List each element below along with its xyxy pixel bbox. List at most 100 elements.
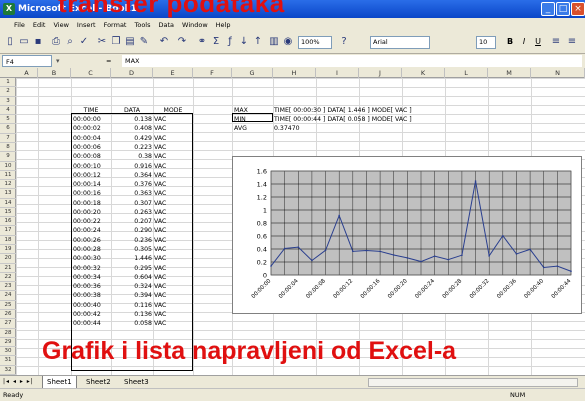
row-header[interactable]: 12 — [0, 180, 16, 190]
spelling-icon[interactable]: ✓ — [78, 36, 90, 48]
tab-sheet3[interactable]: Sheet3 — [120, 376, 153, 388]
column-header-g[interactable]: G — [232, 68, 273, 78]
line-chart[interactable]: 0 0.2 0.4 0.6 0.8 1 1.2 1.4 1.6 00:00:00 00:00:04 0… — [232, 156, 582, 314]
column-header-c[interactable]: C — [71, 68, 111, 78]
undo-icon[interactable]: ↶ — [158, 36, 170, 48]
menu-help[interactable]: Help — [216, 21, 231, 29]
menu-view[interactable]: View — [53, 21, 68, 29]
row-header[interactable]: 7 — [0, 134, 16, 143]
drawing-icon[interactable]: ◉ — [282, 36, 294, 48]
align-left-icon[interactable]: ≡ — [550, 36, 562, 48]
sort-descending-icon[interactable]: ↑ — [252, 36, 264, 48]
help-icon[interactable]: ? — [338, 36, 350, 48]
minimize-button[interactable]: _ — [541, 2, 555, 16]
column-header-f[interactable]: F — [193, 68, 232, 78]
print-icon[interactable]: ⎙ — [50, 36, 62, 48]
menu-tools[interactable]: Tools — [134, 21, 150, 29]
font-select[interactable]: Arial — [370, 36, 430, 49]
sheet-tabs-bar: |◂ ◂ ▸ ▸| Sheet1 Sheet2 Sheet3 — [0, 375, 585, 389]
open-icon[interactable]: ▭ — [18, 36, 30, 48]
menu-window[interactable]: Window — [182, 21, 208, 29]
menu-data[interactable]: Data — [159, 21, 175, 29]
cut-icon[interactable]: ✂ — [96, 36, 108, 48]
function-icon[interactable]: ƒ — [224, 36, 236, 48]
row-header[interactable]: 31 — [0, 356, 16, 366]
name-box[interactable]: F4 — [2, 55, 52, 67]
row-header[interactable]: 20 — [0, 254, 16, 264]
column-header-m[interactable]: M — [488, 68, 531, 78]
row-header[interactable]: 16 — [0, 217, 16, 227]
row-header[interactable]: 5 — [0, 115, 16, 125]
close-button[interactable]: × — [571, 2, 585, 16]
new-icon[interactable]: ▯ — [4, 36, 16, 48]
column-header-i[interactable]: I — [316, 68, 359, 78]
row-header[interactable]: 11 — [0, 171, 16, 181]
row-header[interactable]: 24 — [0, 291, 16, 301]
row-header[interactable]: 6 — [0, 124, 16, 134]
stats-value[interactable]: 0.37470 — [274, 124, 514, 133]
row-header[interactable]: 30 — [0, 347, 16, 357]
underline-button[interactable]: U — [532, 36, 544, 48]
copy-icon[interactable]: ❐ — [110, 36, 122, 48]
column-header-l[interactable]: L — [445, 68, 488, 78]
italic-button[interactable]: I — [518, 36, 530, 48]
bold-button[interactable]: B — [504, 36, 516, 48]
maximize-button[interactable]: □ — [556, 2, 570, 16]
align-center-icon[interactable]: ≡ — [566, 36, 578, 48]
row-header[interactable]: 28 — [0, 329, 16, 338]
row-header[interactable]: 10 — [0, 162, 16, 171]
menu-format[interactable]: Format — [104, 21, 127, 29]
tab-sheet2[interactable]: Sheet2 — [82, 376, 115, 388]
row-header[interactable]: 8 — [0, 143, 16, 153]
row-header[interactable]: 9 — [0, 152, 16, 162]
stats-value[interactable]: TIME[ 00:00:30 ] DATA[ 1.446 ] MODE[ VAC… — [274, 106, 514, 115]
formula-input[interactable]: MAX — [122, 55, 582, 67]
row-header[interactable]: 21 — [0, 264, 16, 273]
row-header[interactable]: 22 — [0, 273, 16, 283]
print-preview-icon[interactable]: ⌕ — [64, 36, 76, 48]
format-painter-icon[interactable]: ✎ — [138, 36, 150, 48]
row-header[interactable]: 19 — [0, 245, 16, 255]
stats-label[interactable]: AVG — [234, 124, 272, 133]
dropdown-arrow-icon[interactable]: ▾ — [56, 55, 60, 67]
menu-file[interactable]: File — [14, 21, 25, 29]
zoom-select[interactable]: 100% — [298, 36, 332, 49]
chart-wizard-icon[interactable]: ▥ — [268, 36, 280, 48]
row-header[interactable]: 17 — [0, 226, 16, 236]
font-size-select[interactable]: 10 — [476, 36, 496, 49]
row-header[interactable]: 2 — [0, 87, 16, 97]
column-header-j[interactable]: J — [359, 68, 402, 78]
row-header[interactable]: 32 — [0, 366, 16, 375]
autosum-icon[interactable]: Σ — [210, 36, 222, 48]
row-header[interactable]: 23 — [0, 282, 16, 292]
save-icon[interactable]: ▪ — [32, 36, 44, 48]
row-header[interactable]: 13 — [0, 189, 16, 199]
column-header-b[interactable]: B — [38, 68, 71, 78]
column-header-a[interactable]: A — [16, 68, 38, 78]
row-header[interactable]: 3 — [0, 97, 16, 106]
row-header[interactable]: 25 — [0, 301, 16, 310]
row-header[interactable]: 1 — [0, 78, 16, 88]
redo-icon[interactable]: ↷ — [176, 36, 188, 48]
column-header-h[interactable]: H — [273, 68, 316, 78]
row-header[interactable]: 15 — [0, 208, 16, 218]
column-header-e[interactable]: E — [153, 68, 193, 78]
row-header[interactable]: 27 — [0, 319, 16, 329]
menu-edit[interactable]: Edit — [33, 21, 46, 29]
column-header-k[interactable]: K — [402, 68, 445, 78]
horizontal-scrollbar[interactable] — [368, 378, 578, 387]
selected-cell-f4[interactable] — [232, 113, 273, 122]
column-header-d[interactable]: D — [111, 68, 153, 78]
tab-scroll-icon[interactable]: |◂ ◂ ▸ ▸| — [3, 376, 34, 388]
column-header-n[interactable]: N — [531, 68, 585, 78]
row-header[interactable]: 4 — [0, 106, 16, 116]
paste-icon[interactable]: ▤ — [124, 36, 136, 48]
hyperlink-icon[interactable]: ⚭ — [196, 36, 208, 48]
row-header[interactable]: 29 — [0, 338, 16, 348]
row-header[interactable]: 14 — [0, 199, 16, 208]
row-header[interactable]: 26 — [0, 310, 16, 320]
stats-value[interactable]: TIME[ 00:00:44 ] DATA[ 0.058 ] MODE[ VAC… — [274, 115, 514, 124]
menu-insert[interactable]: Insert — [77, 21, 96, 29]
row-header[interactable]: 18 — [0, 236, 16, 246]
sort-ascending-icon[interactable]: ↓ — [238, 36, 250, 48]
